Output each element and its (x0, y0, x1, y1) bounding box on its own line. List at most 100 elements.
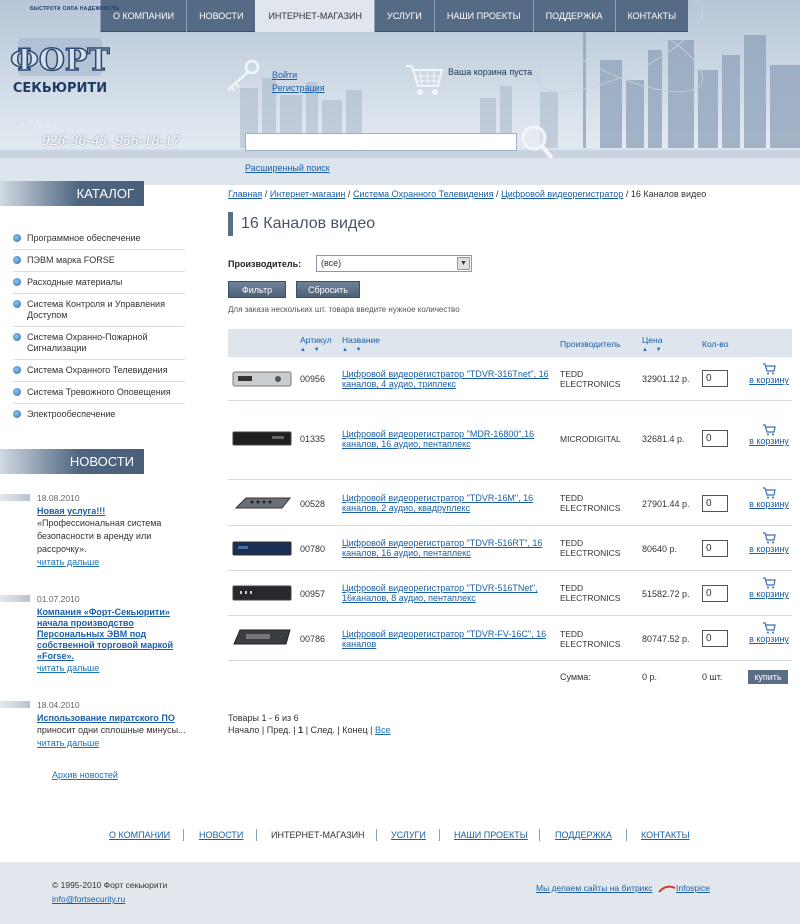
col-header-article[interactable]: Артикул ▲ ▼ (300, 335, 332, 355)
breadcrumb: Главная / Интернет-магазин / Системa Охр… (228, 189, 706, 199)
add-to-cart-link[interactable]: в корзину (746, 589, 792, 600)
breadcrumb-link[interactable]: Цифровой видеорегистратор (501, 189, 623, 199)
add-to-cart-link[interactable]: в корзину (746, 436, 792, 447)
infospice-link[interactable]: Infospice (676, 883, 710, 893)
quantity-input[interactable]: 0 (702, 585, 728, 602)
product-name-link[interactable]: Цифровой видеорегистратор "TDVR-FV-16C",… (342, 629, 552, 649)
product-image[interactable] (232, 537, 292, 559)
footer-nav-projects[interactable]: НАШИ ПРОЕКТЫ (454, 830, 528, 840)
product-name-link[interactable]: Цифровой видеорегистратор "TDVR-316Tnet"… (342, 369, 552, 389)
footer-nav-shop[interactable]: ИНТЕРНЕТ-МАГАЗИН (271, 830, 365, 840)
catalog-item[interactable]: ПЭВМ марка FORSE (13, 250, 185, 272)
footer-nav-support[interactable]: ПОДДЕРЖКА (555, 830, 612, 840)
search-input[interactable] (245, 133, 517, 151)
read-more-link[interactable]: читать дальше (37, 663, 200, 673)
page-last: Конец (342, 725, 368, 735)
news-title-link[interactable]: Компания «Форт-Секьюрити» начала произво… (37, 607, 200, 662)
cart-add-icon[interactable] (762, 532, 776, 544)
product-image[interactable] (232, 582, 292, 604)
nav-item-news[interactable]: НОВОСТИ (186, 0, 255, 32)
product-image[interactable] (232, 368, 292, 390)
shopping-cart-icon[interactable] (402, 56, 446, 100)
footer-nav-contacts[interactable]: КОНТАКТЫ (641, 830, 690, 840)
col-header-name[interactable]: Название ▲ ▼ (342, 335, 380, 355)
product-price: 32681.4 р. (642, 434, 685, 444)
search-magnifier-icon[interactable] (518, 122, 556, 162)
product-image[interactable] (232, 492, 292, 514)
add-to-cart[interactable]: в корзину (746, 622, 792, 645)
news-title-link[interactable]: Использование пиратского ПО (37, 713, 200, 724)
add-to-cart-link[interactable]: в корзину (746, 634, 792, 645)
quantity-input[interactable]: 0 (702, 495, 728, 512)
sum-price: 0 р. (642, 672, 658, 682)
page-title: 16 Каналов видео (228, 212, 375, 236)
catalog-item[interactable]: Система Охранного Телевидения (13, 360, 185, 382)
breadcrumb-separator: / (496, 189, 499, 199)
read-more-link[interactable]: читать дальше (37, 557, 200, 567)
product-name-link[interactable]: Цифровой видеорегистратор "TDVR-16M", 16… (342, 493, 552, 513)
product-manufacturer: MICRODIGITAL (560, 434, 621, 444)
col-header-manufacturer[interactable]: Производитель (560, 339, 621, 349)
quantity-input[interactable]: 0 (702, 540, 728, 557)
filter-button[interactable]: Фильтр (228, 281, 286, 298)
add-to-cart[interactable]: в корзину (746, 363, 792, 386)
advanced-search-link[interactable]: Расширенный поиск (245, 163, 330, 173)
news-title-link[interactable]: Новая услуга!!! (37, 506, 200, 517)
sort-arrows-icon[interactable]: ▲ ▼ (342, 345, 380, 355)
add-to-cart-link[interactable]: в корзину (746, 544, 792, 555)
product-image[interactable] (232, 427, 292, 449)
nav-item-projects[interactable]: НАШИ ПРОЕКТЫ (433, 0, 533, 32)
catalog-item[interactable]: Электрообеспечение (13, 404, 185, 425)
nav-item-about[interactable]: О КОМПАНИИ (100, 0, 186, 32)
breadcrumb-link[interactable]: Системa Охранного Телевидения (353, 189, 494, 199)
catalog-item[interactable]: Система Охранно-Пожарной Сигнализации (13, 327, 185, 360)
fort-security-logo[interactable]: ФОРТ СЕКЬЮРИТИ (10, 30, 110, 110)
catalog-item[interactable]: Расходные материалы (13, 272, 185, 294)
sort-arrows-icon[interactable]: ▲ ▼ (300, 345, 332, 355)
add-to-cart[interactable]: в корзину (746, 424, 792, 447)
news-archive-link[interactable]: Архив новостей (52, 770, 118, 780)
reset-button[interactable]: Сбросить (296, 281, 360, 298)
cart-add-icon[interactable] (762, 577, 776, 589)
product-name-link[interactable]: Цифровой видеорегистратор "MDR-16800",16… (342, 429, 552, 449)
product-name-link[interactable]: Цифровой видеорегистратор "TDVR-516TNet"… (342, 583, 552, 603)
col-header-price[interactable]: Цена ▲ ▼ (642, 335, 665, 355)
page-all-link[interactable]: Все (375, 725, 391, 735)
read-more-link[interactable]: читать дальше (37, 738, 200, 748)
sort-arrows-icon[interactable]: ▲ ▼ (642, 345, 665, 355)
quantity-input[interactable]: 0 (702, 370, 728, 387)
nav-item-contacts[interactable]: КОНТАКТЫ (614, 0, 689, 32)
product-article: 00956 (300, 374, 326, 384)
cart-add-icon[interactable] (762, 622, 776, 634)
product-image[interactable] (232, 626, 292, 648)
add-to-cart-link[interactable]: в корзину (746, 499, 792, 510)
bitrix-link[interactable]: Мы делаем сайты на битрикс (536, 883, 653, 893)
add-to-cart-link[interactable]: в корзину (746, 375, 792, 386)
breadcrumb-link[interactable]: Главная (228, 189, 262, 199)
buy-button[interactable]: купить (748, 670, 788, 684)
quantity-input[interactable]: 0 (702, 630, 728, 647)
catalog-item[interactable]: Система Контроля и Управления Доступом (13, 294, 185, 327)
quantity-input[interactable]: 0 (702, 430, 728, 447)
nav-item-services[interactable]: УСЛУГИ (373, 0, 434, 32)
footer-nav-services[interactable]: УСЛУГИ (391, 830, 426, 840)
cart-add-icon[interactable] (762, 363, 776, 375)
add-to-cart[interactable]: в корзину (746, 487, 792, 510)
email-link[interactable]: info@fortsecurity.ru (52, 894, 125, 904)
register-link[interactable]: Регистрация (272, 82, 325, 95)
catalog-item[interactable]: Система Тревожного Оповещения (13, 382, 185, 404)
add-to-cart[interactable]: в корзину (746, 532, 792, 555)
add-to-cart[interactable]: в корзину (746, 577, 792, 600)
login-link[interactable]: Войти (272, 69, 325, 82)
nav-item-support[interactable]: ПОДДЕРЖКА (532, 0, 615, 32)
breadcrumb-link[interactable]: Интернет-магазин (270, 189, 346, 199)
manufacturer-select[interactable]: (все) ▼ (316, 255, 472, 272)
cart-add-icon[interactable] (762, 487, 776, 499)
cart-add-icon[interactable] (762, 424, 776, 436)
catalog-item[interactable]: Программное обеспечение (13, 228, 185, 250)
footer-nav-news[interactable]: НОВОСТИ (199, 830, 243, 840)
footer-nav-about[interactable]: О КОМПАНИИ (109, 830, 170, 840)
nav-item-shop[interactable]: ИНТЕРНЕТ-МАГАЗИН (255, 0, 374, 32)
pagination-separator: | (370, 725, 373, 735)
product-name-link[interactable]: Цифровой видеорегистратор "TDVR-516RT", … (342, 538, 552, 558)
